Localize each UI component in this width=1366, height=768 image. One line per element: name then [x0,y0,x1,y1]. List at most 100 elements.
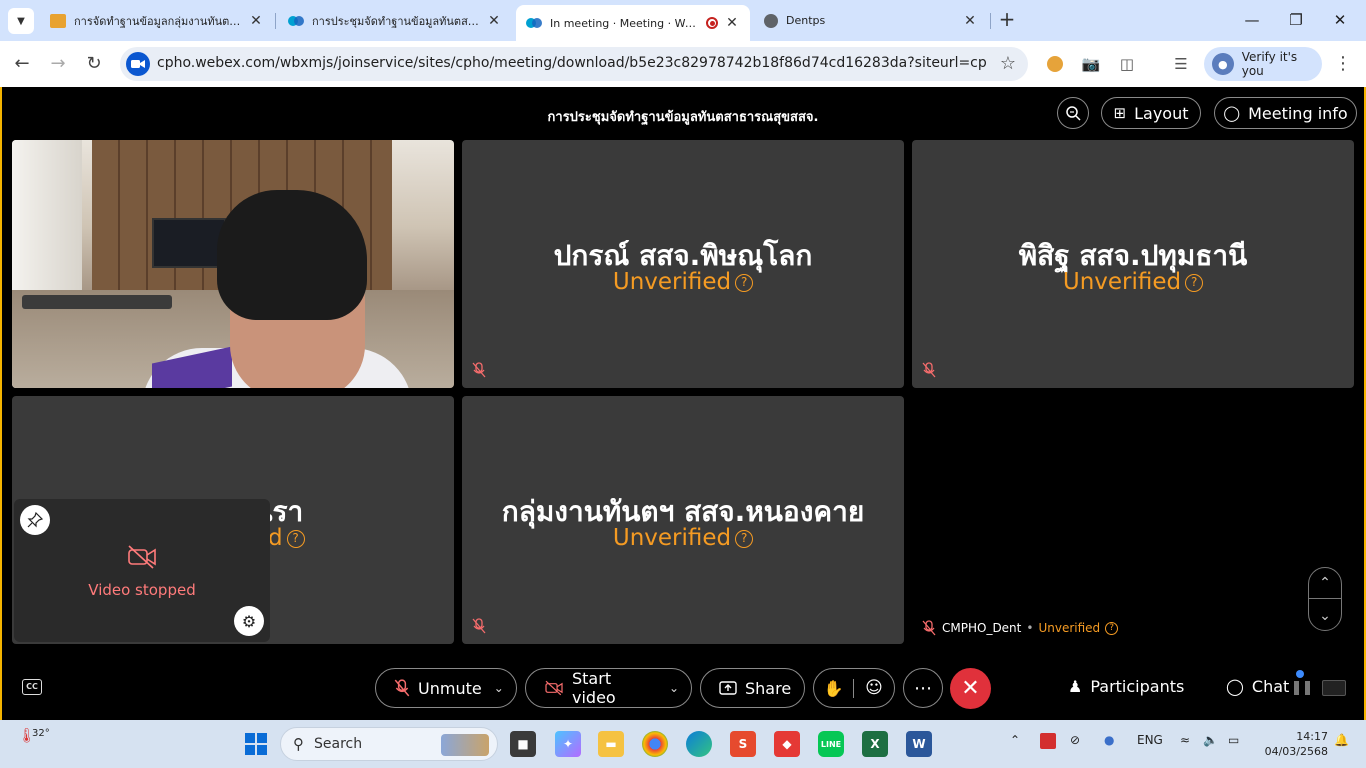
wifi-icon[interactable]: ≈ [1180,733,1190,747]
help-icon[interactable]: ? [735,274,754,292]
language-indicator[interactable]: ENG [1137,733,1163,747]
tab-title: การจัดทำฐานข้อมูลกลุ่มงานทันตสาธ [74,14,242,28]
weather-widget[interactable]: 🌡 32° [18,728,50,744]
shield-icon: ◯ [1223,104,1241,122]
battery-icon[interactable]: ▭ [1228,733,1239,747]
new-tab-button[interactable]: + [996,9,1018,31]
forward-button[interactable]: → [44,50,72,78]
participant-tile[interactable]: พิสิฐ สสจ.ปทุมธานี Unverified? [912,140,1354,388]
reactions-button[interactable]: ☺ [854,678,894,698]
closed-captions-button[interactable]: CC [22,679,42,695]
tab-divider [275,13,276,29]
url-field[interactable]: cpho.webex.com/wbxmjs/joinservice/sites/… [120,47,1028,81]
share-button[interactable]: Share [700,668,805,708]
apps-panel-button[interactable] [1294,681,1310,697]
close-window-button[interactable]: ✕ [1320,7,1360,33]
taskbar-search[interactable]: ⚲ Search [280,727,498,761]
task-view-button[interactable]: ■ [510,731,536,757]
edge-button[interactable] [686,731,712,757]
microphone-icon[interactable]: ● [1104,733,1114,747]
help-icon[interactable]: ? [286,530,305,548]
chevron-down-icon[interactable]: ⌄ [669,681,679,695]
word-icon: W [912,737,926,751]
mic-muted-icon [922,362,936,378]
self-view-panel[interactable]: Video stopped ⚙ [14,499,270,642]
meeting-info-button[interactable]: ◯ Meeting info [1214,97,1357,129]
self-view-settings-button[interactable]: ⚙ [234,606,264,636]
help-icon[interactable]: ? [735,530,754,548]
screen-panel-button[interactable] [1322,680,1346,696]
tab-title: การประชุมจัดทำฐานข้อมูลทันตสาธารณ [312,14,480,28]
browser-tab[interactable]: Dentps ✕ [754,5,988,36]
word-button[interactable]: W [906,731,932,757]
video-stopped-label: Video stopped [88,581,196,599]
screenshot-button[interactable]: 📷 [1080,53,1102,75]
browser-tab-active[interactable]: In meeting · Meeting · Webex ✕ [516,5,750,41]
line-icon: LINE [820,739,842,749]
help-icon[interactable]: ? [1185,274,1204,292]
tab-title: Dentps [786,14,826,27]
participant-tile[interactable]: ปกรณ์ สสจ.พิษณุโลก Unverified? [462,140,904,388]
browser-tab[interactable]: การจัดทำฐานข้อมูลกลุ่มงานทันตสาธ ✕ [40,5,274,36]
tab-close-icon[interactable]: ✕ [724,15,740,31]
tab-close-icon[interactable]: ✕ [486,13,502,29]
scroll-down-button[interactable]: ⌄ [1309,600,1341,631]
line-button[interactable]: LINE [818,731,844,757]
notification-bell-icon[interactable]: 🔔 [1334,733,1349,747]
tab-search-button[interactable]: ▼ [8,8,34,34]
media-control-button[interactable]: ☰ [1170,53,1192,75]
webex-favicon-icon [526,16,542,30]
volume-icon[interactable]: 🔈 [1203,733,1218,747]
help-icon[interactable]: ? [1105,621,1119,635]
raise-hand-button[interactable]: ✋ [814,678,854,698]
pin-icon [27,512,43,528]
layout-button[interactable]: ⊞ Layout [1101,97,1201,129]
site-info-button[interactable] [126,52,150,76]
restore-button[interactable]: ❐ [1276,7,1316,33]
extension-icon[interactable] [1044,53,1066,75]
tray-app-icon[interactable] [1040,733,1056,749]
tray-overflow-button[interactable]: ⌃ [1010,733,1020,747]
search-placeholder: Search [314,736,363,752]
chat-button[interactable]: ◯ Chat [1226,677,1289,696]
participant-tile[interactable]: CMPHO_Dent • Unverified ? [912,396,1354,644]
participant-video-tile[interactable] [12,140,454,388]
restore-icon: ❐ [1289,11,1303,29]
extensions-button[interactable]: ◫ [1116,53,1138,75]
system-clock[interactable]: 14:17 04/03/2568 [1258,729,1328,759]
file-explorer-button[interactable]: ▬ [598,731,624,757]
chrome-button[interactable] [642,731,668,757]
start-video-button[interactable]: Start video ⌄ [525,668,692,708]
network-off-icon[interactable]: ⊘ [1070,733,1080,747]
unmute-button[interactable]: Unmute ⌄ [375,668,517,708]
reload-button[interactable]: ↻ [80,50,108,78]
chevron-down-icon[interactable]: ⌄ [494,681,504,695]
scroll-up-button[interactable]: ⌃ [1309,568,1341,599]
participant-tile[interactable]: กลุ่มงานทันตฯ สสจ.หนองคาย Unverified? [462,396,904,644]
profile-verify-button[interactable]: ● Verify it's you [1204,47,1322,81]
search-highlight-image [441,734,489,756]
zoom-icon [1066,106,1081,121]
minimize-button[interactable]: — [1232,7,1272,33]
app-s-button[interactable]: S [730,731,756,757]
anydesk-button[interactable]: ◆ [774,731,800,757]
browser-tab[interactable]: การประชุมจัดทำฐานข้อมูลทันตสาธารณ ✕ [278,5,512,36]
tab-close-icon[interactable]: ✕ [962,13,978,29]
more-options-button[interactable]: ⋯ [903,668,943,708]
excel-button[interactable]: X [862,731,888,757]
tab-close-icon[interactable]: ✕ [248,13,264,29]
bookmark-star-icon[interactable]: ☆ [1000,53,1016,74]
back-button[interactable]: ← [8,50,36,78]
copilot-button[interactable]: ✦ [555,731,581,757]
video-camera-icon [131,60,145,68]
profile-avatar-icon: ● [1212,53,1234,75]
gear-icon: ⚙ [241,611,257,631]
zoom-button[interactable] [1057,97,1089,129]
browser-menu-button[interactable]: ⋮ [1334,53,1352,74]
participants-button[interactable]: ♟ Participants [1068,677,1184,696]
start-button[interactable] [243,731,269,757]
leave-meeting-button[interactable]: ✕ [950,668,991,709]
arrow-right-icon: → [50,53,66,74]
pin-button[interactable] [20,505,50,535]
camera-icon: 📷 [1081,55,1101,73]
